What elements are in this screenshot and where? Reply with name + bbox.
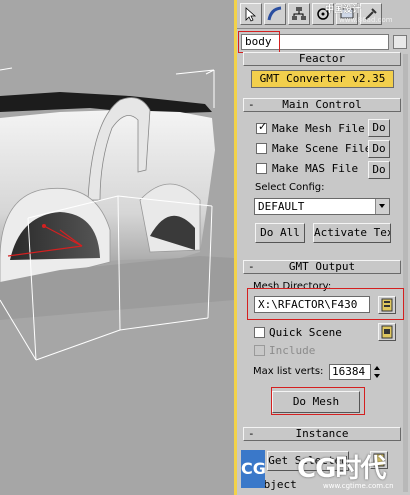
- max-list-verts-spinner[interactable]: [372, 364, 382, 380]
- cgtime-logo: CG: [241, 450, 266, 488]
- collapse-icon: -: [248, 427, 255, 440]
- command-panel: 中国设计 www.86ad.com body Feactor GMT Conve…: [237, 0, 410, 495]
- select-config-value: DEFAULT: [258, 200, 305, 213]
- do-scene-file-button[interactable]: Do: [368, 140, 390, 158]
- perspective-viewport[interactable]: [0, 0, 234, 495]
- include-checkbox[interactable]: [254, 345, 265, 356]
- gmt-converter-button[interactable]: GMT Converter v2.35: [251, 70, 394, 88]
- make-mas-file-label: Make MAS File: [272, 162, 359, 175]
- quick-scene-checkbox[interactable]: [254, 327, 265, 338]
- watermark-url: www.86ad.com: [339, 16, 393, 24]
- hierarchy-icon[interactable]: [288, 3, 310, 25]
- do-all-button[interactable]: Do All: [255, 223, 305, 243]
- rollout-gmt-output-title: GMT Output: [288, 260, 356, 273]
- make-mas-file-checkbox[interactable]: [256, 163, 267, 174]
- collapse-icon: -: [248, 260, 255, 273]
- panel-scrollbar[interactable]: [403, 54, 408, 492]
- checkmark-icon: ✓: [258, 120, 268, 133]
- rollout-main-control-title: Main Control: [282, 98, 362, 111]
- rollout-instance[interactable]: - Instance: [243, 427, 401, 441]
- highlight-mesh-directory: [247, 288, 404, 320]
- do-mesh-file-button[interactable]: Do: [368, 119, 390, 137]
- watermark-text: 中国设计: [325, 5, 362, 15]
- command-panel-tabs: 中国设计 www.86ad.com: [237, 0, 410, 29]
- highlight-do-mesh: [271, 387, 365, 415]
- rollout-reactor[interactable]: Feactor: [243, 52, 401, 66]
- make-scene-file-label: Make Scene File: [272, 142, 372, 155]
- max-list-verts-field[interactable]: 16384: [329, 364, 371, 380]
- highlight-name-field: [238, 31, 280, 53]
- make-mesh-file-checkbox[interactable]: ✓: [256, 120, 268, 134]
- select-config-label: Select Config:: [255, 182, 325, 193]
- do-mas-file-button[interactable]: Do: [368, 161, 390, 179]
- watermark-logo-url: www.cgtime.com.cn: [323, 482, 394, 490]
- make-scene-file-checkbox[interactable]: [256, 143, 267, 154]
- quick-scene-icon[interactable]: [378, 323, 396, 341]
- rollout-main-control[interactable]: - Main Control: [243, 98, 401, 112]
- modify-icon[interactable]: [264, 3, 286, 25]
- chevron-down-icon: [375, 199, 389, 214]
- create-icon[interactable]: [240, 3, 262, 25]
- include-label: Include: [269, 344, 316, 357]
- object-color-swatch[interactable]: [393, 35, 407, 49]
- max-list-verts-label: Max list verts:: [253, 366, 324, 377]
- make-mesh-file-label: Make Mesh File: [272, 122, 365, 135]
- car-render: [0, 67, 234, 361]
- rollout-gmt-output[interactable]: - GMT Output: [243, 260, 401, 274]
- watermark-logo-text: CG时代: [297, 454, 386, 484]
- watermark-overlay: CG CG时代 www.cgtime.com.cn: [237, 440, 410, 495]
- rollout-reactor-title: Feactor: [298, 52, 346, 65]
- activate-tex-button[interactable]: Activate Tex: [313, 223, 391, 243]
- collapse-icon: -: [248, 98, 255, 111]
- rollout-instance-title: Instance: [295, 427, 349, 440]
- select-config-dropdown[interactable]: DEFAULT: [254, 198, 390, 215]
- quick-scene-label: Quick Scene: [269, 326, 342, 339]
